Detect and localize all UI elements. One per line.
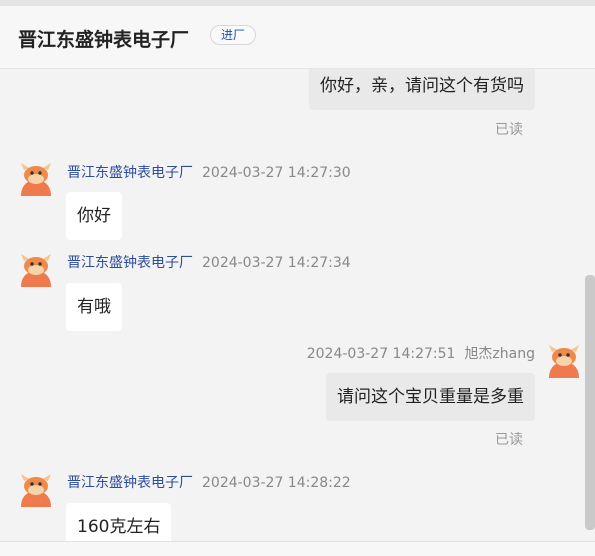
incoming-message-bubble[interactable]: 有哦 <box>66 283 122 331</box>
incoming-message-bubble[interactable]: 你好 <box>66 192 122 240</box>
message-time: 2024-03-27 14:27:34 <box>202 255 351 271</box>
sender-name[interactable]: 晋江东盛钟表电子厂 <box>67 475 193 491</box>
read-receipt: 已读 <box>495 122 523 138</box>
enter-shop-tag[interactable]: 进厂 <box>210 25 257 45</box>
message-meta: 晋江东盛钟表电子厂 2024-03-27 14:27:30 <box>67 162 351 182</box>
outgoing-message-bubble[interactable]: 请问这个宝贝重量是多重 <box>326 373 535 421</box>
message-text: 有哦 <box>77 297 111 317</box>
message-text: 你好 <box>77 206 111 226</box>
message-meta: 晋江东盛钟表电子厂 2024-03-27 14:27:34 <box>67 252 351 272</box>
cow-avatar-icon[interactable] <box>546 342 582 378</box>
message-time: 2024-03-27 14:28:22 <box>202 475 351 491</box>
message-text: 你好，亲，请问这个有货吗 <box>320 76 524 96</box>
read-receipt: 已读 <box>495 432 523 448</box>
message-meta: 晋江东盛钟表电子厂 2024-03-27 14:28:22 <box>67 472 351 492</box>
message-text: 请问这个宝贝重量是多重 <box>337 387 524 407</box>
message-time: 2024-03-27 14:27:51 <box>306 346 456 362</box>
message-text: 160克左右 <box>77 517 161 537</box>
message-meta: 2024-03-27 14:27:51 旭杰zhang <box>307 343 535 363</box>
message-time: 2024-03-27 14:27:30 <box>202 165 351 181</box>
sender-name[interactable]: 晋江东盛钟表电子厂 <box>67 255 193 271</box>
chat-header: 晋江东盛钟表电子厂 进厂 <box>0 6 595 69</box>
cow-avatar-icon[interactable] <box>18 160 54 196</box>
sender-name[interactable]: 晋江东盛钟表电子厂 <box>67 165 193 181</box>
sender-name: 旭杰zhang <box>464 346 535 362</box>
cow-avatar-icon[interactable] <box>18 251 54 287</box>
input-area-edge <box>0 542 595 556</box>
chat-message-list[interactable]: 你好，亲，请问这个有货吗 已读 晋江东盛钟表电子厂 2024-03-27 14:2… <box>0 69 595 556</box>
shop-name-title[interactable]: 晋江东盛钟表电子厂 <box>18 25 189 52</box>
chat-scrollbar[interactable] <box>585 275 595 530</box>
cow-avatar-icon[interactable] <box>18 471 54 507</box>
outgoing-message-bubble[interactable]: 你好，亲，请问这个有货吗 <box>309 69 535 110</box>
